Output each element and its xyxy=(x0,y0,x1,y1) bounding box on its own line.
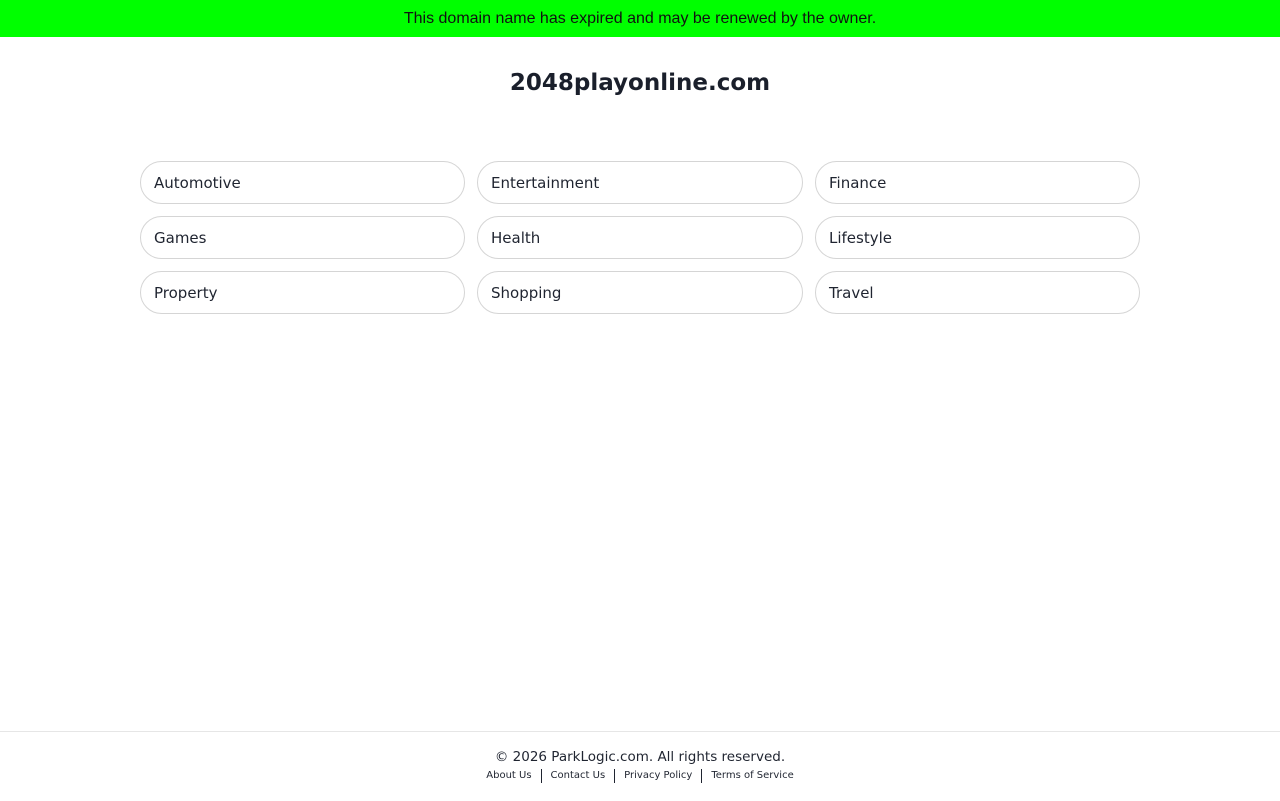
about-us-link[interactable]: About Us xyxy=(477,769,540,783)
category-finance[interactable]: Finance xyxy=(815,161,1140,204)
footer: © 2026 ParkLogic.com. All rights reserve… xyxy=(0,731,1280,801)
banner-text: This domain name has expired and may be … xyxy=(403,9,877,27)
category-lifestyle[interactable]: Lifestyle xyxy=(815,216,1140,259)
copyright-text: © 2026 ParkLogic.com. All rights reserve… xyxy=(494,749,786,765)
category-entertainment[interactable]: Entertainment xyxy=(477,161,803,204)
footer-links: About Us Contact Us Privacy Policy Terms… xyxy=(0,769,1280,783)
category-shopping[interactable]: Shopping xyxy=(477,271,803,314)
category-automotive[interactable]: Automotive xyxy=(140,161,465,204)
contact-us-link[interactable]: Contact Us xyxy=(542,769,615,783)
category-property[interactable]: Property xyxy=(140,271,465,314)
category-health[interactable]: Health xyxy=(477,216,803,259)
category-travel[interactable]: Travel xyxy=(815,271,1140,314)
category-grid: Automotive Entertainment Finance Games H… xyxy=(140,161,1140,314)
privacy-policy-link[interactable]: Privacy Policy xyxy=(615,769,701,783)
category-games[interactable]: Games xyxy=(140,216,465,259)
terms-of-service-link[interactable]: Terms of Service xyxy=(702,769,802,783)
site-title: 2048playonline.com xyxy=(509,70,771,96)
expired-domain-banner: This domain name has expired and may be … xyxy=(0,0,1280,37)
